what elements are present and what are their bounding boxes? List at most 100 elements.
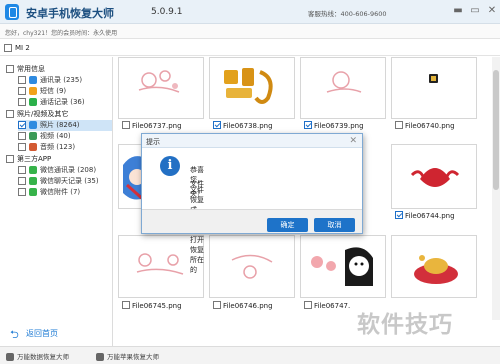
dialog-message-line2: 文件夹？ bbox=[190, 180, 204, 198]
file-item[interactable]: File06745.png bbox=[122, 301, 182, 310]
file-thumbnail[interactable] bbox=[209, 57, 295, 119]
bottom-bar: 万能数据恢复大师 万能苹果恢复大师 bbox=[0, 346, 500, 364]
cartoon-girl-image bbox=[311, 247, 373, 286]
wechat-chat-icon bbox=[29, 177, 37, 185]
info-icon: i bbox=[160, 156, 180, 176]
gold-calligraphy-image bbox=[224, 68, 273, 104]
item-checkbox[interactable] bbox=[18, 132, 26, 140]
file-checkbox[interactable] bbox=[395, 211, 403, 219]
sidebar-item-wechat-contacts[interactable]: 微信通讯录 (208) bbox=[18, 165, 108, 176]
scrollbar-thumb[interactable] bbox=[493, 70, 499, 190]
file-checkbox[interactable] bbox=[395, 121, 403, 129]
file-name: File06737.png bbox=[132, 122, 182, 130]
file-checkbox[interactable] bbox=[122, 301, 130, 309]
app-version: 5.0.9.1 bbox=[151, 7, 183, 17]
back-home-button[interactable]: ⮌ 返回首页 bbox=[0, 320, 113, 346]
close-icon[interactable]: ✕ bbox=[486, 5, 498, 17]
item-label: 短信 (9) bbox=[40, 87, 67, 95]
ok-button[interactable]: 确定 bbox=[267, 218, 308, 232]
success-dialog: 提示 ✕ i 恭喜您，文件恢复成功！ 是否打开恢复所在的 文件夹？ 确定 取消 bbox=[141, 133, 363, 274]
file-item[interactable]: File06744.png bbox=[395, 211, 455, 220]
file-item[interactable]: File06747. bbox=[304, 301, 351, 310]
file-item[interactable]: File06746.png bbox=[213, 301, 273, 310]
bottom-link-data-recovery[interactable]: 万能数据恢复大师 bbox=[6, 351, 69, 361]
cancel-button[interactable]: 取消 bbox=[314, 218, 355, 232]
group-common-info[interactable]: 常用信息 bbox=[6, 64, 106, 75]
file-checkbox[interactable] bbox=[122, 121, 130, 129]
sidebar-item-contacts[interactable]: 通讯录 (235) bbox=[18, 75, 108, 86]
small-icon-image bbox=[429, 74, 438, 83]
item-label: 视频 (40) bbox=[40, 132, 71, 140]
file-thumbnail[interactable] bbox=[118, 57, 204, 119]
video-icon bbox=[29, 132, 37, 140]
file-thumbnail[interactable] bbox=[391, 144, 477, 209]
item-label: 音频 (123) bbox=[40, 143, 76, 151]
file-name: File06746.png bbox=[223, 302, 273, 310]
sidebar-item-call-log[interactable]: 通话记录 (36) bbox=[18, 97, 108, 108]
red-pattern-image bbox=[410, 168, 460, 187]
sidebar-item-photos[interactable]: 照片 (8264) bbox=[18, 120, 112, 131]
restore-icon[interactable]: ▭ bbox=[469, 5, 481, 17]
file-checkbox[interactable] bbox=[304, 301, 312, 309]
dialog-footer: 确定 取消 bbox=[142, 209, 362, 233]
group-label: 第三方APP bbox=[17, 155, 52, 163]
file-thumbnail[interactable] bbox=[391, 57, 477, 119]
item-checkbox[interactable] bbox=[18, 121, 26, 129]
call-log-icon bbox=[29, 98, 37, 106]
back-arrow-icon: ⮌ bbox=[10, 328, 19, 341]
item-label: 微信附件 (7) bbox=[40, 188, 81, 196]
file-checkbox[interactable] bbox=[304, 121, 312, 129]
file-thumbnail[interactable] bbox=[300, 57, 386, 119]
item-checkbox[interactable] bbox=[18, 143, 26, 151]
shield-icon bbox=[6, 353, 14, 361]
sidebar-item-wechat-chat[interactable]: 微信聊天记录 (35) bbox=[18, 176, 108, 187]
item-checkbox[interactable] bbox=[18, 87, 26, 95]
device-label: MI 2 bbox=[15, 44, 30, 52]
file-item[interactable]: File06739.png bbox=[304, 121, 364, 130]
item-checkbox[interactable] bbox=[18, 98, 26, 106]
bottom-link-label: 万能苹果恢复大师 bbox=[107, 353, 159, 361]
group-photos-videos[interactable]: 照片/视频及其它 bbox=[6, 109, 106, 120]
sms-icon bbox=[29, 87, 37, 95]
greeting-bar: 您好，chy321！您的会员时间：永久使用 bbox=[0, 24, 500, 39]
file-name: File06747. bbox=[314, 302, 351, 310]
sidebar-item-videos[interactable]: 视频 (40) bbox=[18, 131, 108, 142]
item-label: 微信通讯录 (208) bbox=[40, 166, 97, 174]
item-checkbox[interactable] bbox=[18, 76, 26, 84]
hotline-text: 客服热线：400-606-9600 bbox=[308, 10, 387, 18]
audio-icon bbox=[29, 143, 37, 151]
title-bar: 安卓手机恢复大师 5.0.9.1 客服热线：400-606-9600 ▬ ▭ ✕ bbox=[0, 0, 500, 24]
file-item[interactable]: File06740.png bbox=[395, 121, 455, 130]
group-checkbox[interactable] bbox=[6, 155, 14, 163]
file-item[interactable]: File06737.png bbox=[122, 121, 182, 130]
item-label: 微信聊天记录 (35) bbox=[40, 177, 99, 185]
back-home-label: 返回首页 bbox=[26, 329, 58, 338]
group-third-party-apps[interactable]: 第三方APP bbox=[6, 154, 106, 165]
file-checkbox[interactable] bbox=[213, 121, 221, 129]
file-checkbox[interactable] bbox=[213, 301, 221, 309]
item-checkbox[interactable] bbox=[18, 188, 26, 196]
minimize-icon[interactable]: ▬ bbox=[452, 5, 464, 17]
file-item[interactable]: File06738.png bbox=[213, 121, 273, 130]
dialog-title: 提示 bbox=[146, 138, 160, 146]
apple-icon bbox=[96, 353, 104, 361]
file-thumbnail[interactable] bbox=[300, 235, 386, 298]
sidebar-item-sms[interactable]: 短信 (9) bbox=[18, 86, 108, 97]
dialog-close-icon[interactable]: ✕ bbox=[349, 136, 357, 146]
item-label: 照片 (8264) bbox=[40, 121, 80, 129]
device-checkbox[interactable] bbox=[4, 44, 12, 52]
file-thumbnail[interactable] bbox=[391, 235, 477, 298]
group-checkbox[interactable] bbox=[6, 65, 14, 73]
group-label: 照片/视频及其它 bbox=[17, 110, 69, 118]
bottom-link-apple-recovery[interactable]: 万能苹果恢复大师 bbox=[96, 351, 159, 361]
sidebar-item-wechat-attachments[interactable]: 微信附件 (7) bbox=[18, 187, 108, 198]
item-checkbox[interactable] bbox=[18, 177, 26, 185]
file-thumbnail[interactable] bbox=[209, 235, 295, 298]
item-checkbox[interactable] bbox=[18, 166, 26, 174]
group-checkbox[interactable] bbox=[6, 110, 14, 118]
sidebar-item-audio[interactable]: 音频 (123) bbox=[18, 142, 108, 153]
dialog-title-bar: 提示 ✕ bbox=[142, 134, 362, 148]
file-name: File06739.png bbox=[314, 122, 364, 130]
app-logo-icon bbox=[5, 4, 19, 20]
pink-pattern-image bbox=[231, 254, 273, 279]
